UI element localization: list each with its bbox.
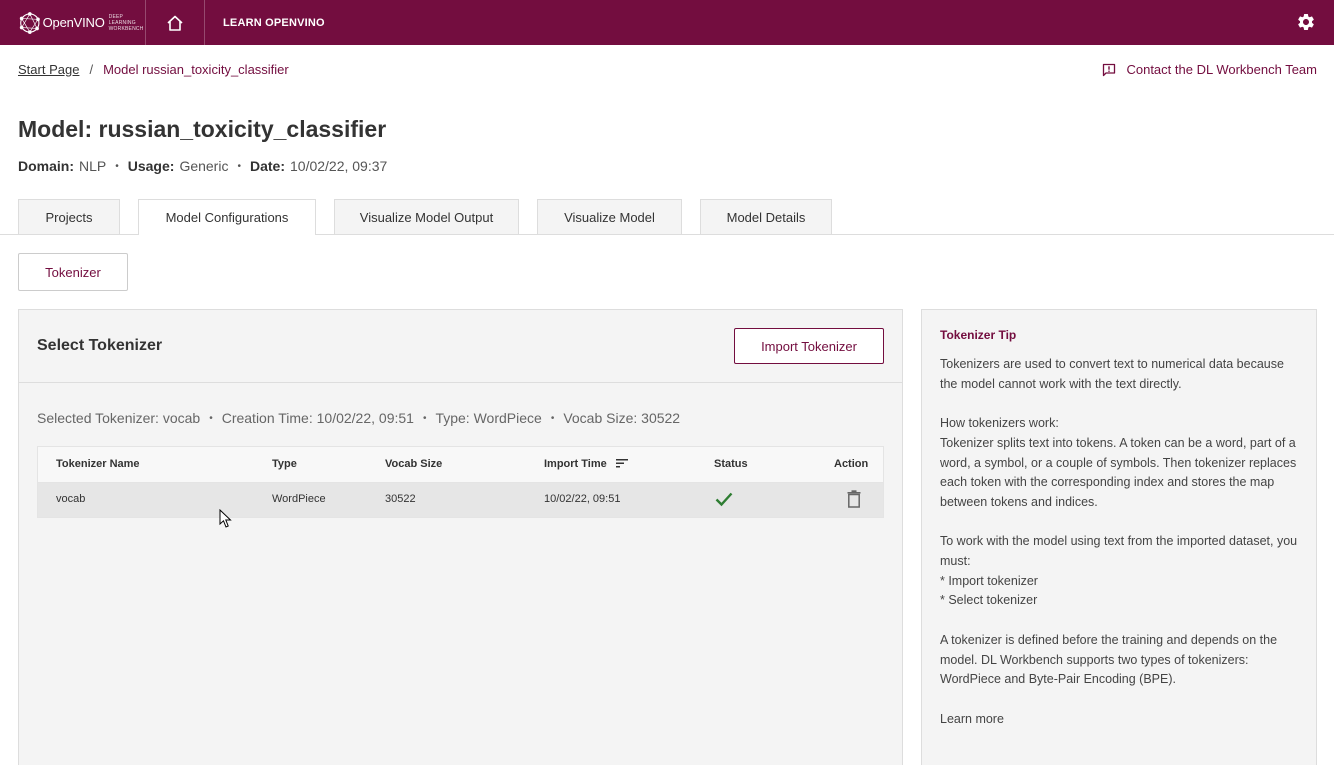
openvino-logo-icon [19, 11, 40, 34]
tokenizer-tip-panel: Tokenizer Tip Tokenizers are used to con… [921, 309, 1317, 765]
feedback-icon [1103, 63, 1116, 76]
breadcrumb-separator: / [89, 62, 94, 77]
tokenizers-table: Tokenizer Name Type Vocab Size Import Ti… [37, 446, 884, 518]
column-header-type: Type [272, 458, 297, 470]
top-navbar: OpenVINO DEEP LEARNING WORKBENCH LEARN O… [0, 0, 1334, 45]
cell-vocab: 30522 [385, 493, 416, 505]
column-header-vocab: Vocab Size [385, 458, 443, 470]
home-button[interactable] [146, 0, 205, 45]
meta-date-value: 10/02/22, 09:37 [290, 158, 388, 174]
page-title: Model: russian_toxicity_classifier [18, 116, 387, 142]
learn-openvino-link[interactable]: LEARN OPENVINO [205, 17, 325, 29]
panel-title: Select Tokenizer [37, 337, 163, 354]
mouse-cursor-icon [219, 509, 232, 528]
info-dot: • [209, 412, 213, 424]
meta-dot: • [115, 160, 119, 172]
logo-subtext: DEEP LEARNING WORKBENCH [108, 13, 144, 32]
model-meta: Domain: NLP • Usage: Generic • Date: 10/… [18, 158, 387, 174]
selected-creation-time: Creation Time: 10/02/22, 09:51 [221, 410, 414, 426]
tab-model-details[interactable]: Model Details [700, 199, 832, 234]
tip-paragraph: To work with the model using text from t… [940, 534, 1298, 568]
table-row[interactable]: vocab WordPiece 30522 10/02/22, 09:51 [38, 483, 883, 517]
tab-projects[interactable]: Projects [18, 199, 120, 234]
contact-label: Contact the DL Workbench Team [1126, 62, 1317, 77]
meta-usage-value: Generic [179, 158, 229, 174]
logo-text: OpenVINO [42, 15, 105, 30]
meta-date-key: Date: [249, 158, 285, 174]
trash-icon[interactable] [847, 490, 861, 508]
column-header-import-time[interactable]: Import Time [544, 458, 628, 470]
cell-type: WordPiece [272, 493, 326, 505]
selected-type: Type: WordPiece [435, 410, 542, 426]
breadcrumb-current: Model russian_toxicity_classifier [103, 62, 289, 77]
tip-paragraph: A tokenizer is defined before the traini… [940, 632, 1278, 687]
home-icon [167, 15, 183, 31]
check-icon [715, 492, 733, 507]
meta-domain-value: NLP [79, 158, 107, 174]
select-tokenizer-panel: Select Tokenizer Import Tokenizer Select… [18, 309, 903, 765]
selected-tokenizer-info: Selected Tokenizer: vocab • Creation Tim… [37, 410, 680, 426]
column-header-import-time-label: Import Time [544, 458, 607, 470]
column-header-action: Action [834, 458, 869, 470]
tip-paragraph: Tokenizer splits text into tokens. A tok… [940, 435, 1297, 509]
tip-subtitle: How tokenizers work: [940, 416, 1059, 431]
cell-import-time: 10/02/22, 09:51 [544, 493, 621, 505]
panel-header: Select Tokenizer Import Tokenizer [19, 310, 902, 383]
gear-icon[interactable] [1296, 12, 1316, 32]
contact-team-link[interactable]: Contact the DL Workbench Team [1102, 62, 1317, 77]
tip-list-item: * Import tokenizer [940, 573, 1038, 588]
sort-icon[interactable] [615, 458, 628, 468]
column-header-status: Status [714, 458, 748, 470]
learn-more-link[interactable]: Learn more [940, 710, 1298, 730]
cell-name: vocab [56, 493, 86, 505]
tip-paragraph: Tokenizers are used to convert text to n… [940, 357, 1284, 391]
meta-usage-key: Usage: [127, 158, 175, 174]
subtab-tokenizer[interactable]: Tokenizer [18, 253, 128, 291]
import-tokenizer-button[interactable]: Import Tokenizer [734, 328, 884, 364]
tip-list-item: * Select tokenizer [940, 593, 1038, 608]
selected-vocab-size: Vocab Size: 30522 [563, 410, 681, 426]
openvino-logo[interactable]: OpenVINO DEEP LEARNING WORKBENCH [0, 0, 146, 45]
tab-visualize-model-output[interactable]: Visualize Model Output [334, 199, 519, 234]
tab-model-configurations[interactable]: Model Configurations [138, 199, 316, 235]
tip-title: Tokenizer Tip [940, 328, 1017, 342]
column-header-name: Tokenizer Name [56, 458, 140, 470]
breadcrumb-start-page[interactable]: Start Page [18, 62, 79, 77]
info-dot: • [422, 412, 427, 424]
info-dot: • [550, 412, 555, 424]
selected-tokenizer-name: Selected Tokenizer: vocab [37, 410, 201, 426]
meta-dot: • [237, 160, 241, 172]
tab-visualize-model[interactable]: Visualize Model [537, 199, 682, 234]
meta-domain-key: Domain: [18, 158, 74, 174]
table-header: Tokenizer Name Type Vocab Size Import Ti… [38, 447, 883, 483]
breadcrumb: Start Page / Model russian_toxicity_clas… [18, 62, 289, 77]
